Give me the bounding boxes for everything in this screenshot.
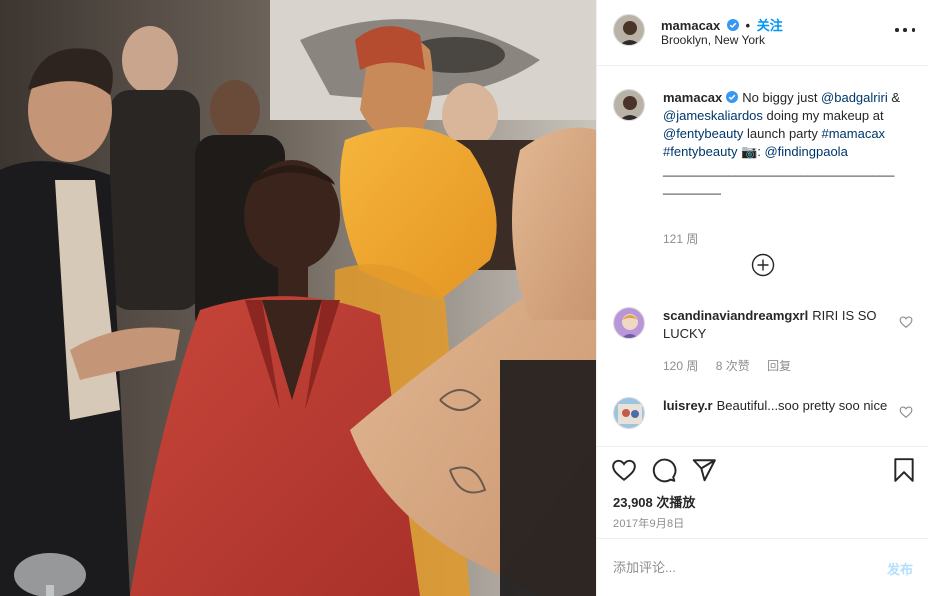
- post-video[interactable]: [0, 0, 596, 596]
- caption-text-part: launch party: [743, 126, 822, 141]
- caption-text-part: &: [887, 90, 901, 105]
- caption-text: mamacax No biggy just @badgalriri & @jame…: [663, 89, 901, 197]
- more-options-icon[interactable]: [895, 20, 915, 40]
- mention-link[interactable]: @jameskaliardos: [663, 108, 763, 123]
- caption-text-part: No biggy just: [742, 90, 822, 105]
- verified-badge-icon: [726, 19, 739, 31]
- avatar[interactable]: [613, 14, 645, 46]
- caption-text-part: 📷:: [737, 144, 765, 159]
- verified-badge-icon: [726, 91, 739, 103]
- post-date[interactable]: 2017年9月8日: [613, 515, 685, 531]
- hashtag-link[interactable]: #mamacax: [821, 126, 885, 141]
- mention-link[interactable]: @findingpaola: [764, 144, 847, 159]
- avatar[interactable]: [613, 397, 645, 429]
- separator-dot: •: [745, 18, 751, 33]
- reply-button[interactable]: 回复: [767, 359, 791, 373]
- avatar[interactable]: [613, 307, 645, 339]
- comment-username[interactable]: scandinaviandreamgxrl: [663, 308, 808, 323]
- avatar[interactable]: [613, 89, 645, 121]
- send-icon[interactable]: [691, 457, 717, 483]
- comment-icon[interactable]: [651, 457, 677, 483]
- mention-link[interactable]: @badgalriri: [821, 90, 888, 105]
- comment-stream[interactable]: mamacax No biggy just @badgalriri & @jame…: [597, 67, 928, 445]
- video-frame-illustration: [0, 0, 596, 596]
- heart-icon[interactable]: [611, 457, 637, 483]
- add-comment-bar: 发布: [597, 538, 928, 596]
- caption-time[interactable]: 121 周: [663, 232, 698, 246]
- hashtag-link[interactable]: #fentybeauty: [663, 144, 737, 159]
- header-username[interactable]: mamacax: [661, 18, 720, 33]
- views-number: 23,908: [613, 495, 653, 510]
- caption-rule: ________________________________________: [663, 162, 895, 195]
- location-link[interactable]: Brooklyn, New York: [661, 33, 765, 47]
- comment-text: scandinaviandreamgxrl RIRI IS SO LUCKY: [663, 307, 901, 343]
- caption-text-part: doing my makeup at: [762, 108, 884, 123]
- caption-username[interactable]: mamacax: [663, 90, 722, 105]
- heart-icon[interactable]: [899, 405, 913, 419]
- comment-body: Beautiful...soo pretty soo nice: [716, 398, 888, 413]
- comment-time[interactable]: 120 周: [663, 359, 698, 373]
- comment-likes[interactable]: 8 次赞: [716, 359, 750, 373]
- comment-meta: 120 周 8 次赞 回复: [663, 357, 805, 374]
- follow-button[interactable]: 关注: [757, 18, 783, 33]
- bookmark-icon[interactable]: [891, 457, 917, 483]
- plus-circle-icon[interactable]: [751, 253, 775, 277]
- heart-icon[interactable]: [899, 315, 913, 329]
- post-side-panel: mamacax • 关注 Brooklyn, New York mamacax …: [596, 0, 928, 596]
- comment-text: luisrey.r Beautiful...soo pretty soo nice: [663, 397, 901, 415]
- post-header: mamacax • 关注 Brooklyn, New York: [597, 0, 928, 66]
- view-count[interactable]: 23,908 次播放: [613, 492, 695, 511]
- views-label: 次播放: [656, 495, 696, 510]
- comment-username[interactable]: luisrey.r: [663, 398, 713, 413]
- post-actions: 23,908 次播放 2017年9月8日: [597, 446, 928, 538]
- header-username-row: mamacax • 关注: [661, 15, 783, 34]
- comment-input[interactable]: [613, 555, 863, 579]
- post-comment-button[interactable]: 发布: [887, 559, 913, 578]
- caption-meta: 121 周: [663, 230, 712, 247]
- mention-link[interactable]: @fentybeauty: [663, 126, 743, 141]
